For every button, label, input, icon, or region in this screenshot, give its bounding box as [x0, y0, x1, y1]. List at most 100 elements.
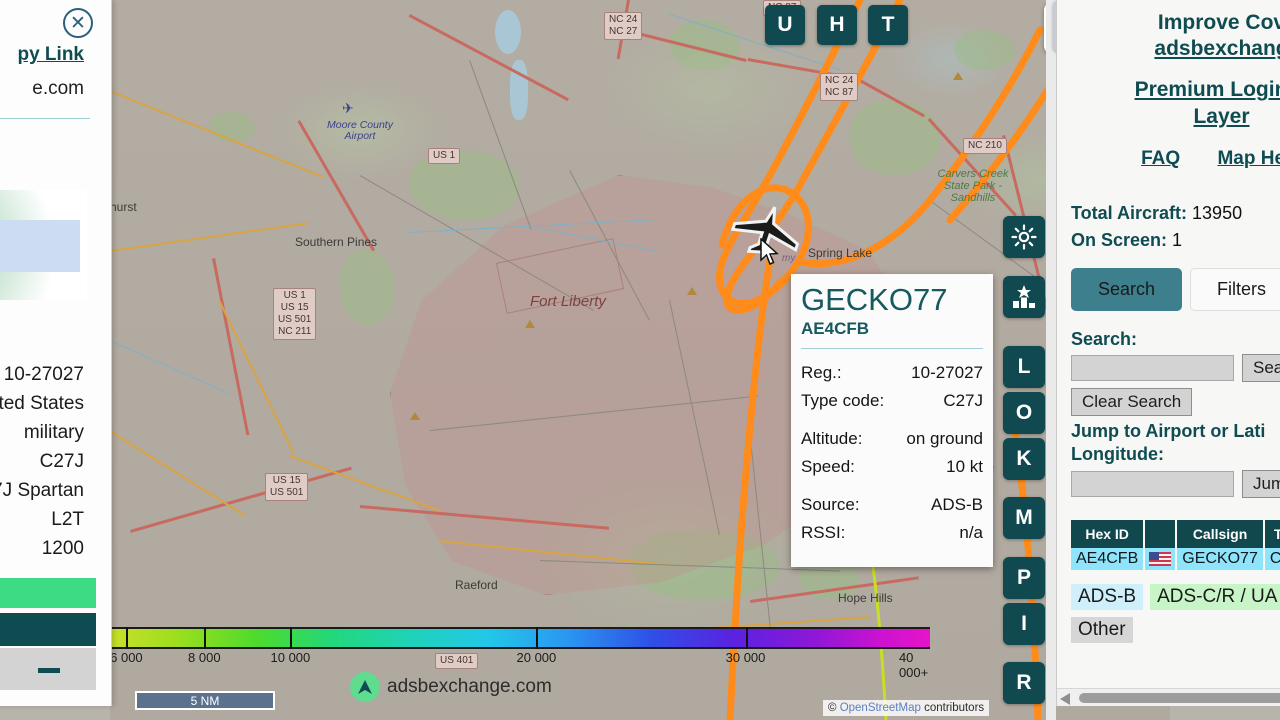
map-toggle-h-button[interactable]: H [817, 5, 857, 45]
clear-search-button[interactable]: Clear Search [1071, 388, 1193, 416]
tooltip-row: Reg.: 10-27027 [801, 359, 983, 387]
leaderboard-button[interactable] [1003, 276, 1045, 318]
table-header-cell[interactable] [1144, 520, 1178, 548]
premium-layers-link[interactable]: Layer [1057, 103, 1280, 130]
panel-collapse-area [0, 648, 96, 690]
table-header-cell[interactable]: Hex ID [1071, 520, 1146, 548]
map-toggle-u-button[interactable]: U [765, 5, 805, 45]
tooltip-row: Speed: 10 kt [801, 453, 983, 481]
aircraft-detail-rows: 10-27027 ited States military C27J 7J Sparta… [0, 360, 84, 563]
detail-row-value: C27J [39, 451, 84, 472]
map-toggle-t-button[interactable]: T [868, 5, 908, 45]
tab-search[interactable]: Search [1071, 268, 1183, 311]
right-panel-scroll-gutter[interactable] [1046, 0, 1056, 720]
aircraft-table[interactable]: Hex ID CallsignTy AE4CFB GECKO77C2 [1071, 520, 1280, 570]
improve-coverage-link[interactable]: adsbexchang [1057, 36, 1280, 62]
leaderboard-icon [1013, 285, 1035, 308]
map-help-link[interactable]: Map Help [1217, 148, 1280, 169]
right-panel-horizontal-scrollbar[interactable] [1057, 688, 1280, 706]
table-header-row: Hex ID CallsignTy [1071, 520, 1280, 548]
map-label: Spring Lake [808, 246, 873, 260]
cell-flag [1144, 548, 1178, 570]
table-row[interactable]: AE4CFB GECKO77C2 [1071, 548, 1280, 570]
search-input[interactable] [1071, 355, 1234, 381]
map-tool-o-button[interactable]: O [1003, 392, 1045, 434]
airport-icon: ✈ [342, 100, 354, 116]
jump-button[interactable]: Jum [1242, 470, 1280, 498]
close-icon[interactable]: ✕ [63, 8, 93, 38]
cell-hex-id[interactable]: AE4CFB [1071, 548, 1146, 570]
map-green [410, 150, 520, 220]
premium-login-link[interactable]: Premium Login: r [1057, 76, 1280, 103]
tooltip-row: Altitude: on ground [801, 425, 983, 453]
faq-link[interactable]: FAQ [1141, 148, 1180, 169]
tab-filters[interactable]: Filters [1190, 268, 1280, 311]
jump-label: Jump to Airport or Lati Longitude: [1071, 420, 1280, 466]
openstreetmap-link[interactable]: OpenStreetMap [840, 702, 921, 714]
map-tool-i-button[interactable]: I [1003, 603, 1045, 645]
tooltip-row: RSSI: n/a [801, 519, 983, 547]
source-legend-chip: ADS-C/R / UA [1150, 584, 1280, 610]
road-shield: NC 24 NC 27 [604, 12, 643, 40]
tooltip-row-value: C27J [943, 391, 983, 410]
tooltip-row-label: Source: [801, 495, 860, 514]
hscroll-thumb[interactable] [1079, 693, 1280, 703]
cell-type[interactable]: C2 [1263, 548, 1280, 570]
aircraft-detail-panel[interactable]: ✕ py Link e.com 10-27027 ited States milit… [0, 0, 112, 706]
collapse-dash-icon[interactable] [38, 668, 60, 673]
adsbexchange-wordmark: adsbexchange.com [387, 676, 552, 697]
map-tool-l-button[interactable]: L [1003, 346, 1045, 388]
settings-button[interactable] [1003, 216, 1045, 258]
tooltip-detail-rows: Reg.: 10-27027 Type code: C27J Altitude: on g… [801, 359, 983, 547]
table-header-cell[interactable]: Ty [1263, 520, 1280, 548]
map-label: Moore County Airport [327, 119, 393, 142]
map-tool-p-button[interactable]: P [1003, 557, 1045, 599]
road-shield: NC 210 [963, 138, 1007, 154]
legend-tickmark [745, 627, 748, 649]
copy-link-button[interactable]: py Link [0, 44, 84, 66]
map-canvas[interactable]: Moore County Airport Southern Pines Fort L… [110, 0, 1170, 720]
map-label: Hope Hills [838, 591, 893, 605]
details-button[interactable]: AILS [0, 578, 96, 608]
map-tool-m-button[interactable]: M [1003, 497, 1045, 539]
app-root: Moore County Airport Southern Pines Fort L… [0, 0, 1280, 720]
map-tool-r-button[interactable]: R [1003, 662, 1045, 704]
map-label: Carvers Creek State Park - Sandhills [937, 168, 1009, 204]
jump-row: Jum [1071, 470, 1280, 498]
tooltip-row-label: Speed: [801, 457, 855, 476]
map-tool-k-button[interactable]: K [1003, 438, 1045, 480]
legend-tickmark [204, 627, 207, 649]
legend-tickmark [536, 627, 539, 649]
aircraft-info-tooltip[interactable]: GECKO77 AE4CFB Reg.: 10-27027 Type code: C2… [791, 274, 993, 567]
tooltip-row-value: 10-27027 [911, 363, 983, 382]
jump-input[interactable] [1071, 471, 1234, 497]
aircraft-counts: Total Aircraft: 13950 On Screen: 1 [1071, 200, 1280, 254]
activity-button[interactable]: IVITY [0, 613, 96, 646]
road-shield: US 1 US 15 US 501 NC 211 [273, 288, 317, 340]
table-body: AE4CFB GECKO77C2 [1071, 548, 1280, 570]
tooltip-hex-id: AE4CFB [801, 319, 870, 338]
map-label: hurst [110, 200, 137, 214]
legend-tickmark [126, 627, 129, 649]
map-green [340, 250, 395, 325]
premium-login-heading: Premium Login: r Layer [1057, 76, 1280, 130]
sidebar-tabs: Search Filters [1071, 268, 1280, 311]
adsbexchange-logo[interactable]: adsbexchange.com [350, 672, 552, 702]
search-button[interactable]: Sea [1242, 354, 1280, 382]
improve-coverage-line1: Improve Cov [1157, 11, 1280, 34]
map-label: Fort Liberty [530, 293, 606, 310]
search-row: Sea [1071, 354, 1280, 382]
tooltip-row-value: n/a [959, 523, 983, 542]
sidebar-panel[interactable]: Improve Cov adsbexchang Premium Login: r… [1056, 0, 1280, 706]
cell-callsign[interactable]: GECKO77 [1176, 548, 1265, 570]
map-peak-icon [525, 320, 535, 328]
tooltip-row: Source: ADS-B [801, 491, 983, 519]
legend-tick-label: 30 000 [725, 650, 766, 665]
search-label: Search: [1071, 329, 1138, 349]
improve-coverage-heading: Improve Cov adsbexchang [1057, 10, 1280, 62]
hscroll-left-arrow-icon[interactable] [1060, 692, 1070, 706]
map-water [495, 10, 521, 54]
on-screen-value: 1 [1172, 230, 1183, 250]
altitude-color-legend: 6 000 8 000 10 000 20 000 30 000 40 000+ [110, 627, 930, 680]
table-header-cell[interactable]: Callsign [1176, 520, 1265, 548]
